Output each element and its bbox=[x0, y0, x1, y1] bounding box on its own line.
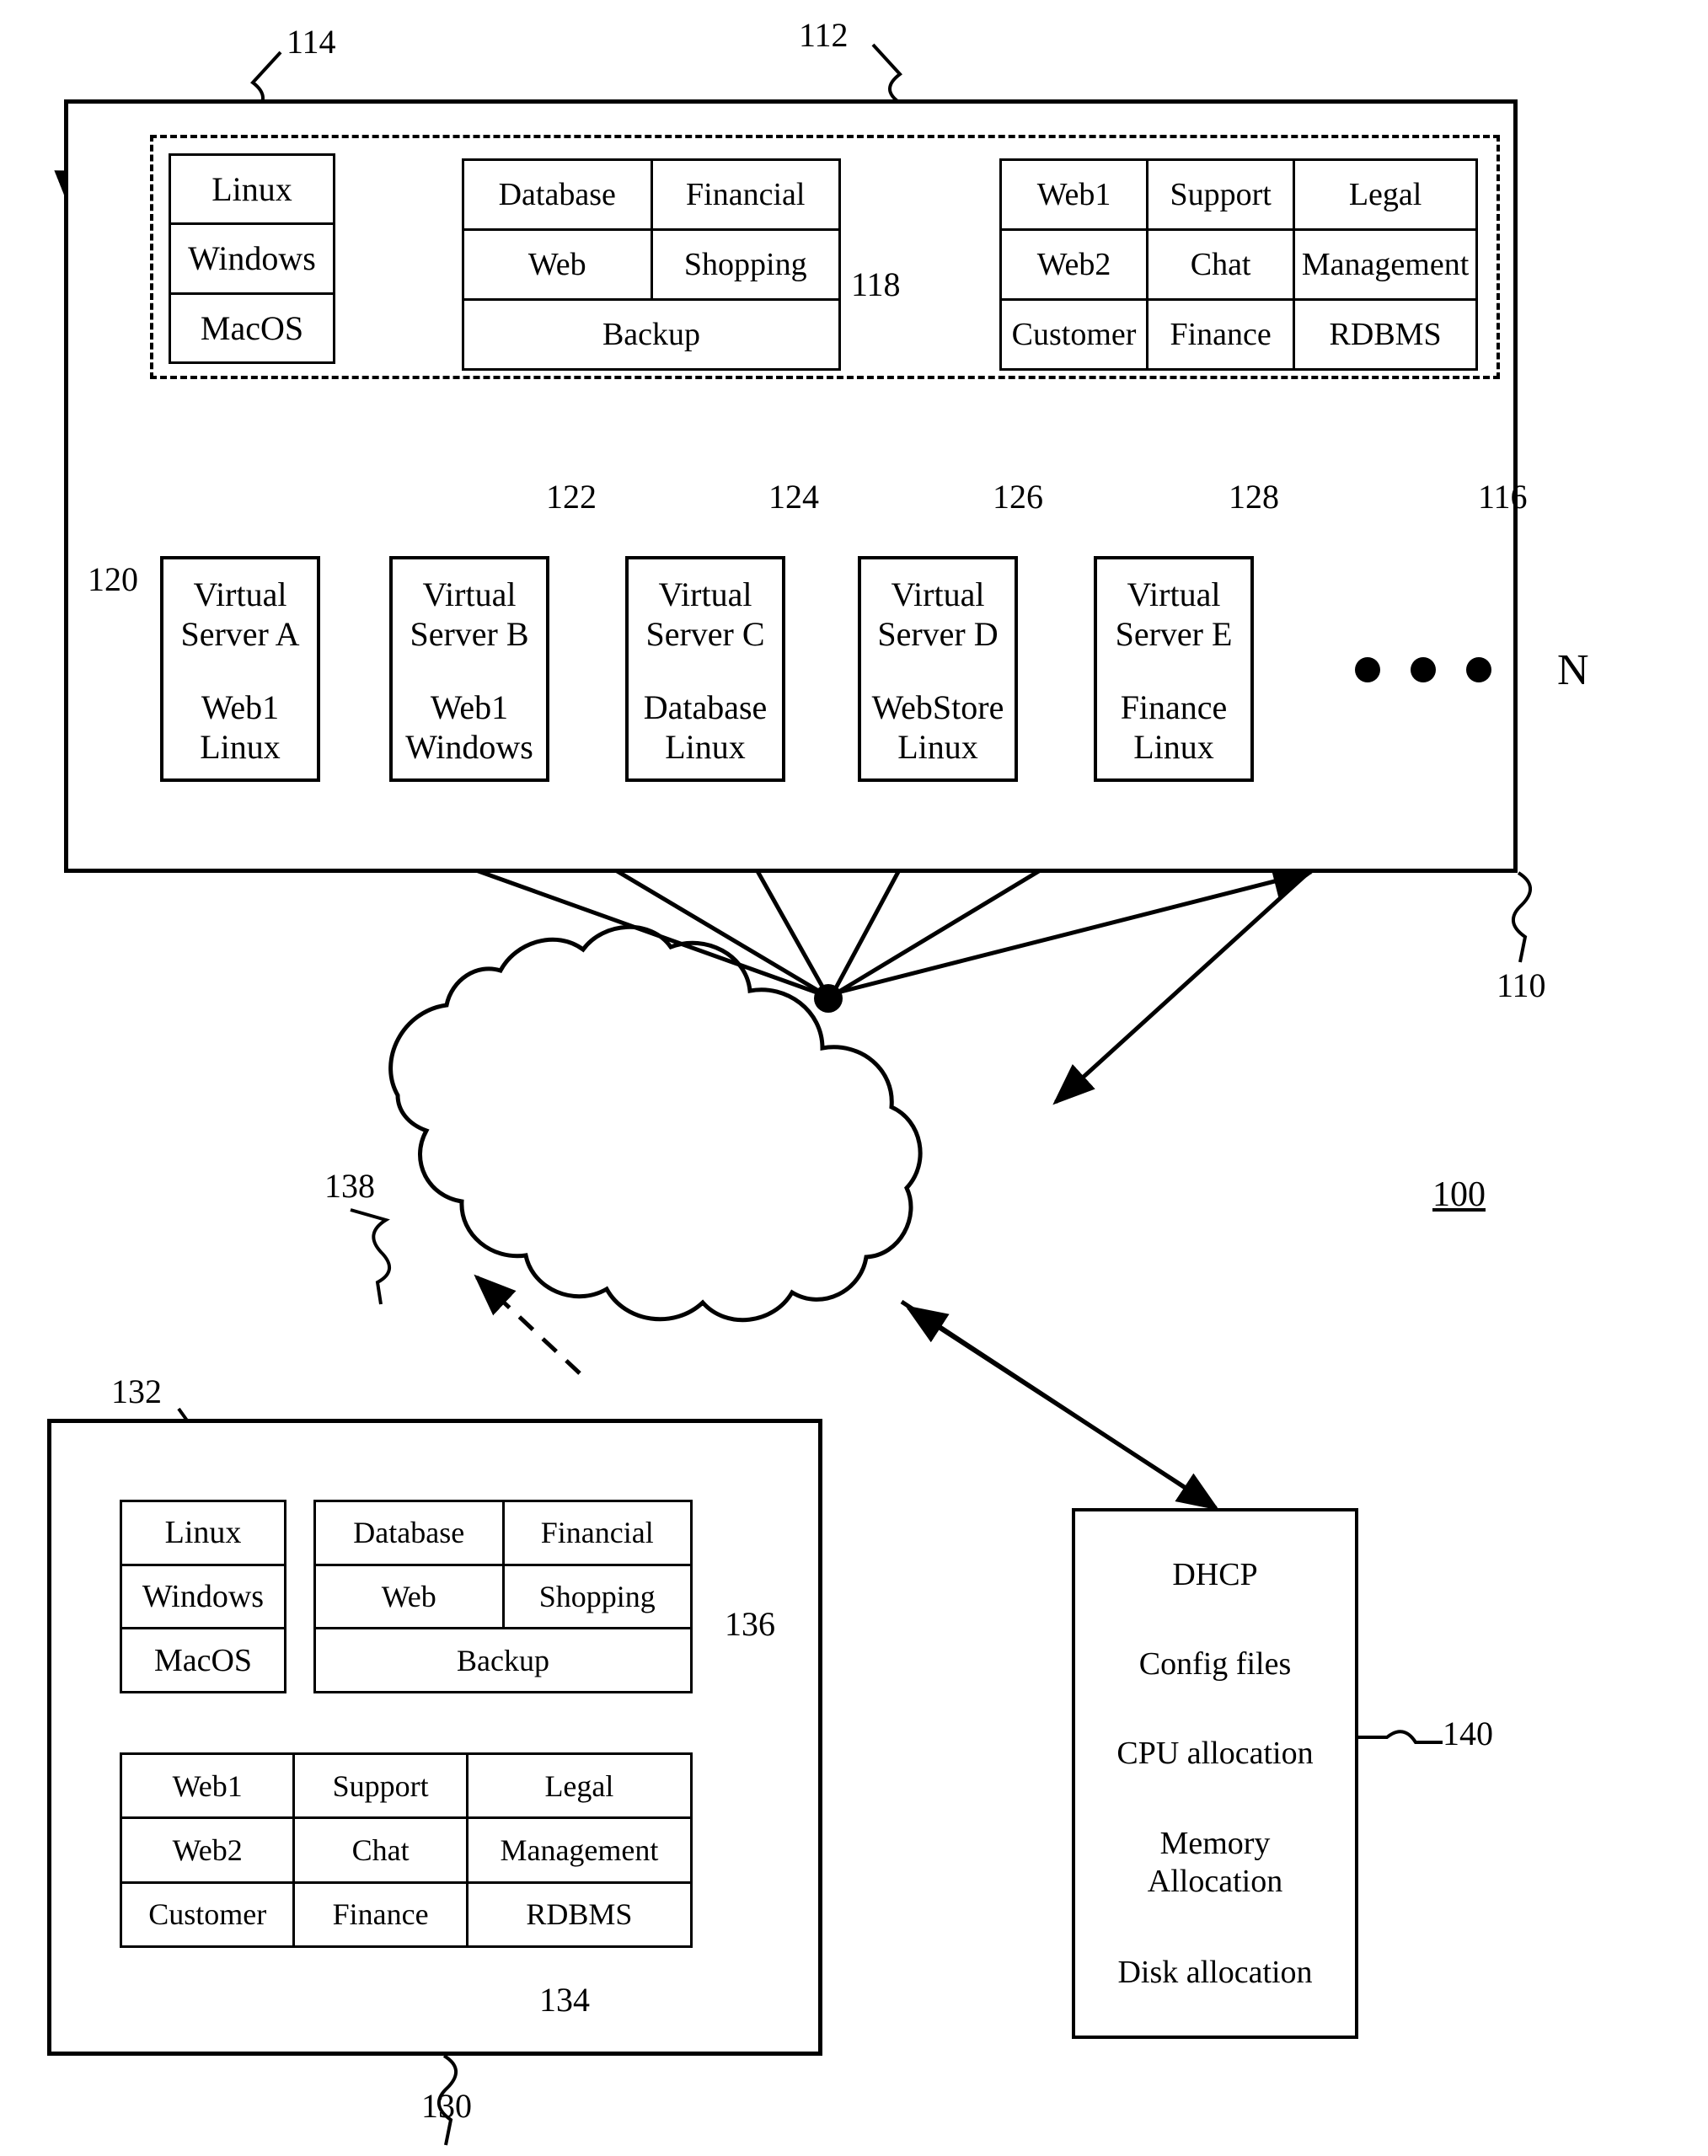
virtual-server-a[interactable]: Virtual Server A Web1 Linux bbox=[160, 556, 320, 782]
vs-title: Virtual Server D bbox=[877, 575, 999, 654]
dot bbox=[1355, 657, 1380, 682]
service-cell[interactable]: Web1 bbox=[122, 1755, 296, 1817]
config-item: DHCP bbox=[1172, 1557, 1258, 1593]
ref-138: 138 bbox=[324, 1167, 375, 1205]
ref-120: 120 bbox=[88, 560, 138, 598]
vs-title: Virtual Server B bbox=[410, 575, 529, 654]
app-cell[interactable]: Financial bbox=[505, 1502, 691, 1564]
cloud-to-system-link bbox=[837, 864, 1315, 1105]
virtual-server-e[interactable]: Virtual Server E Finance Linux bbox=[1094, 556, 1254, 782]
app-cell[interactable]: Shopping bbox=[505, 1566, 691, 1628]
ref-118: 118 bbox=[851, 265, 901, 303]
ref-128: 128 bbox=[1229, 478, 1279, 516]
service-cell[interactable]: Chat bbox=[295, 1819, 468, 1881]
patent-figure: Linux Windows MacOS Database Financial W… bbox=[0, 0, 1708, 2156]
os-cell[interactable]: Windows bbox=[171, 225, 333, 295]
service-cell[interactable]: Support bbox=[1148, 161, 1296, 228]
config-item: Memory Allocation bbox=[1147, 1825, 1283, 1900]
ref-122: 122 bbox=[546, 478, 597, 516]
os-cell[interactable]: Linux bbox=[171, 156, 333, 226]
ref-140: 140 bbox=[1443, 1715, 1493, 1752]
vs-role-os: WebStore Linux bbox=[871, 687, 1004, 766]
vs-role-os: Web1 Linux bbox=[200, 687, 281, 766]
app-cell-backup[interactable]: Backup bbox=[316, 1629, 690, 1691]
vs-role-os: Finance Linux bbox=[1120, 687, 1228, 766]
application-image-grid-top: Database Financial Web Shopping Backup bbox=[462, 158, 841, 371]
service-cell[interactable]: Customer bbox=[122, 1883, 296, 1945]
service-cell[interactable]: Chat bbox=[1148, 231, 1296, 298]
ref-112: 112 bbox=[799, 16, 849, 54]
service-cell[interactable]: RDBMS bbox=[468, 1884, 690, 1945]
virtual-server-c[interactable]: Virtual Server C Database Linux bbox=[625, 556, 785, 782]
service-cell[interactable]: Legal bbox=[468, 1755, 690, 1816]
ref-126: 126 bbox=[993, 478, 1043, 516]
os-image-stack-repo: Linux Windows MacOS bbox=[120, 1500, 286, 1693]
ref-114: 114 bbox=[286, 23, 336, 61]
ref-136: 136 bbox=[725, 1605, 775, 1643]
os-cell[interactable]: MacOS bbox=[171, 295, 333, 361]
config-item: Disk allocation bbox=[1117, 1954, 1313, 1990]
service-image-grid-repo: Web1 Support Legal Web2 Chat Management … bbox=[120, 1752, 693, 1948]
service-cell[interactable]: Legal bbox=[1295, 161, 1475, 228]
ref-110: 110 bbox=[1497, 966, 1546, 1004]
app-cell[interactable]: Shopping bbox=[653, 231, 839, 298]
service-cell[interactable]: RDBMS bbox=[1295, 301, 1475, 368]
app-cell[interactable]: Database bbox=[316, 1502, 505, 1564]
config-item: Config files bbox=[1138, 1646, 1292, 1683]
service-cell[interactable]: Management bbox=[468, 1819, 690, 1880]
app-cell[interactable]: Financial bbox=[653, 161, 839, 228]
service-cell[interactable]: Web2 bbox=[122, 1819, 296, 1881]
service-cell[interactable]: Web2 bbox=[1002, 231, 1149, 298]
network-cloud bbox=[388, 924, 923, 1323]
configuration-server-box[interactable]: DHCP Config files CPU allocation Memory … bbox=[1072, 1508, 1358, 2039]
ref-130: 130 bbox=[421, 2087, 472, 2125]
service-cell[interactable]: Customer bbox=[1002, 301, 1149, 368]
service-cell[interactable]: Finance bbox=[295, 1883, 468, 1945]
n-label: N bbox=[1557, 646, 1589, 694]
dot bbox=[1411, 657, 1436, 682]
service-cell[interactable]: Management bbox=[1295, 231, 1475, 298]
app-cell[interactable]: Database bbox=[464, 161, 653, 228]
vs-role-os: Web1 Windows bbox=[405, 687, 533, 766]
dot bbox=[1466, 657, 1491, 682]
virtual-server-b[interactable]: Virtual Server B Web1 Windows bbox=[389, 556, 549, 782]
service-cell[interactable]: Finance bbox=[1148, 301, 1296, 368]
virtual-server-d[interactable]: Virtual Server D WebStore Linux bbox=[858, 556, 1018, 782]
app-cell[interactable]: Web bbox=[316, 1565, 505, 1628]
app-cell[interactable]: Web bbox=[464, 231, 653, 298]
service-cell[interactable]: Support bbox=[295, 1755, 468, 1817]
os-image-stack-top: Linux Windows MacOS bbox=[169, 153, 335, 364]
ref-100: 100 bbox=[1432, 1175, 1486, 1214]
os-cell[interactable]: MacOS bbox=[122, 1629, 284, 1691]
service-image-grid-top: Web1 Support Legal Web2 Chat Management … bbox=[999, 158, 1478, 371]
vs-title: Virtual Server A bbox=[180, 575, 300, 654]
vs-role-os: Database Linux bbox=[643, 687, 768, 766]
ref-134: 134 bbox=[539, 1981, 590, 2019]
os-cell[interactable]: Linux bbox=[122, 1502, 284, 1566]
cloud-to-config-link bbox=[900, 1299, 1220, 1511]
app-cell-backup[interactable]: Backup bbox=[464, 301, 838, 368]
config-item: CPU allocation bbox=[1116, 1736, 1314, 1772]
service-cell[interactable]: Web1 bbox=[1002, 161, 1149, 228]
ref-116: 116 bbox=[1478, 478, 1528, 516]
ref-132: 132 bbox=[111, 1372, 162, 1410]
application-image-grid-repo: Database Financial Web Shopping Backup bbox=[313, 1500, 693, 1693]
ellipsis-dots bbox=[1355, 657, 1491, 682]
ref-124: 124 bbox=[768, 478, 819, 516]
os-cell[interactable]: Windows bbox=[122, 1566, 284, 1630]
vs-title: Virtual Server C bbox=[645, 575, 765, 654]
vs-title: Virtual Server E bbox=[1115, 575, 1233, 654]
